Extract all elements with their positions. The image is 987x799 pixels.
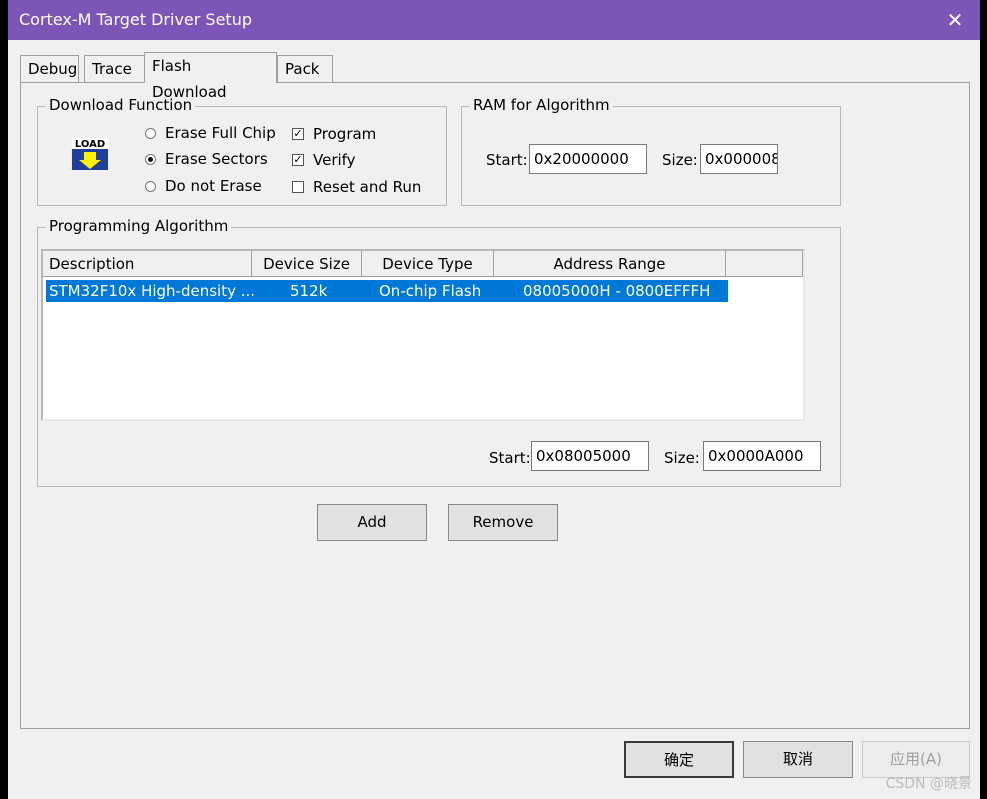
radio-dot[interactable] [145,127,156,139]
row-device-type: On-chip Flash [379,282,482,300]
column-header-device-size[interactable]: Device Size [252,251,362,277]
table-row[interactable]: STM32F10x High-density ... 512k On-chip … [46,280,728,302]
do-not-erase-radio[interactable]: Do not Erase [145,177,262,195]
load-icon: LOAD [72,138,108,170]
algo-size-input[interactable]: 0x0000A000 [703,441,821,471]
radio-dot-selected[interactable] [145,153,156,165]
ram-size-label: Size: [662,151,698,169]
svg-text:LOAD: LOAD [75,139,105,150]
tab-trace[interactable]: Trace [84,55,146,82]
ram-for-algorithm-group: RAM for Algorithm Start: 0x20000000 Size… [461,96,841,206]
download-function-group: Download Function LOAD Erase Full Chip E… [37,96,447,206]
verify-label: Verify [313,151,356,169]
erase-sectors-radio[interactable]: Erase Sectors [145,150,268,168]
ram-for-algorithm-label: RAM for Algorithm [470,96,613,114]
erase-full-chip-label: Erase Full Chip [165,124,276,142]
row-address-range: 08005000H - 0800EFFFH [523,282,711,300]
column-header-filler [726,251,803,277]
ram-start-input[interactable]: 0x20000000 [529,144,647,174]
cancel-button[interactable]: 取消 [743,741,853,778]
remove-button[interactable]: Remove [448,504,558,541]
tab-flash-download[interactable]: Flash Download [144,52,277,101]
programming-algorithm-label: Programming Algorithm [46,217,232,235]
row-device-size: 512k [290,282,328,300]
row-description: STM32F10x High-density ... [49,282,256,300]
column-header-description[interactable]: Description [43,251,252,277]
do-not-erase-label: Do not Erase [165,177,262,195]
reset-and-run-checkbox[interactable]: Reset and Run [292,178,421,196]
add-button[interactable]: Add [317,504,427,541]
algo-start-label: Start: [489,449,531,467]
tab-panel: Download Function LOAD Erase Full Chip E… [20,82,970,729]
erase-sectors-label: Erase Sectors [165,150,268,168]
erase-full-chip-radio[interactable]: Erase Full Chip [145,124,276,142]
program-checkbox[interactable]: ✓ Program [292,125,376,143]
tab-pack[interactable]: Pack [277,55,333,82]
radio-dot[interactable] [145,180,156,192]
checkbox-empty-icon[interactable] [292,181,304,193]
algorithm-list[interactable]: Description Device Size Device Type Addr… [41,249,805,421]
checkbox-checked-icon[interactable]: ✓ [292,154,304,166]
algo-size-label: Size: [664,449,700,467]
close-icon[interactable]: ✕ [942,6,968,34]
algo-start-input[interactable]: 0x08005000 [531,441,649,471]
title-bar: Cortex-M Target Driver Setup ✕ [8,0,980,40]
window-title: Cortex-M Target Driver Setup [19,10,252,29]
ram-start-label: Start: [486,151,528,169]
tab-debug[interactable]: Debug [20,55,79,82]
reset-and-run-label: Reset and Run [313,178,422,196]
watermark-text: CSDN @晓景 [885,776,972,792]
checkbox-checked-icon[interactable]: ✓ [292,128,304,140]
verify-checkbox[interactable]: ✓ Verify [292,151,356,169]
program-label: Program [313,125,377,143]
dialog-window: Cortex-M Target Driver Setup ✕ Debug Tra… [8,0,980,799]
column-header-address-range[interactable]: Address Range [494,251,726,277]
ok-button[interactable]: 确定 [624,741,734,778]
ram-size-input[interactable]: 0x000008 [700,144,778,174]
column-header-device-type[interactable]: Device Type [362,251,494,277]
